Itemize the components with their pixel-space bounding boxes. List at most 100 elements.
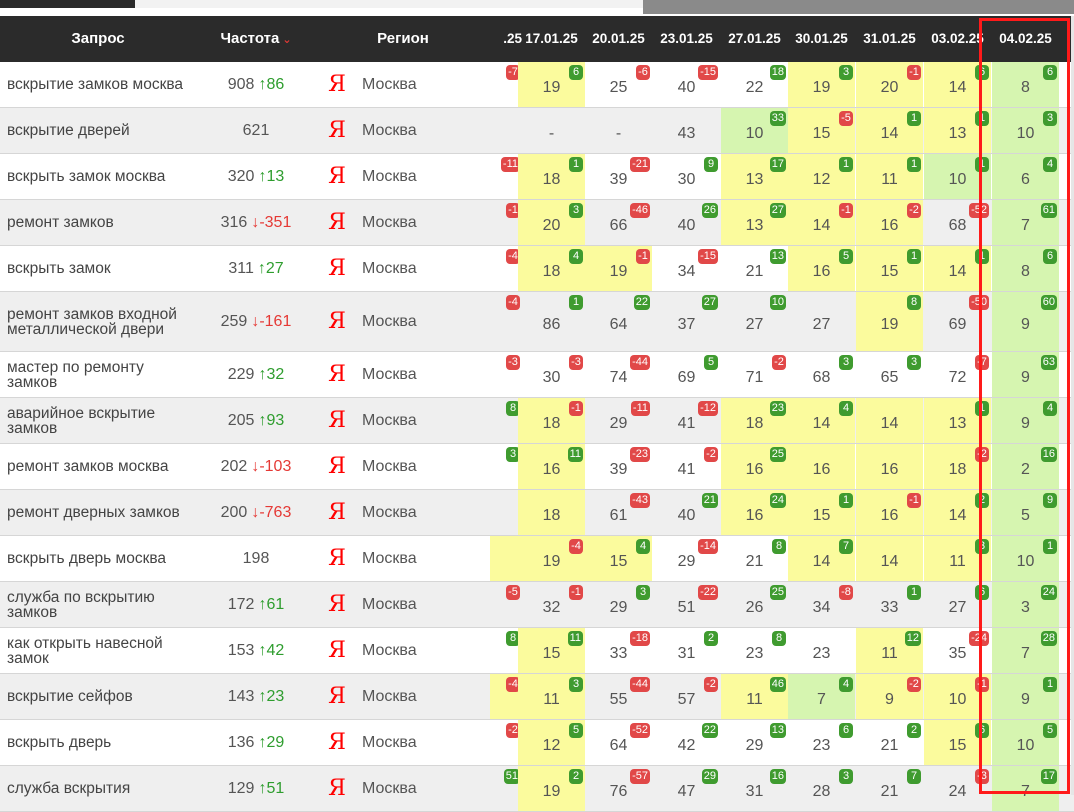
position-cell[interactable]: 65 3	[856, 352, 923, 397]
position-cell[interactable]: 72 -7	[924, 352, 991, 397]
position-cell[interactable]: 74 -44	[585, 352, 652, 397]
position-cell[interactable]: 29 13	[721, 720, 788, 765]
position-cell[interactable]: 74	[788, 674, 855, 719]
position-cell[interactable]: 37 27	[653, 292, 720, 351]
position-cell[interactable]: 18 23	[721, 398, 788, 443]
position-cell[interactable]: 16	[788, 444, 855, 489]
position-cell[interactable]: 21 7	[856, 766, 923, 811]
position-cell[interactable]: 21 13	[721, 246, 788, 291]
position-cell[interactable]: 19 6	[518, 62, 585, 107]
position-cell[interactable]: 41 -2	[653, 444, 720, 489]
position-cell[interactable]: 14 -1	[788, 200, 855, 245]
position-cell[interactable]: 41 -12	[653, 398, 720, 443]
position-cell[interactable]: 23	[788, 628, 855, 673]
position-cell[interactable]: 34 -15	[653, 246, 720, 291]
position-cell[interactable]: -	[585, 108, 652, 153]
chevron-down-icon[interactable]: ⌄	[282, 34, 291, 46]
table-row[interactable]: как открыть навесной замок 153 ↑42 Я Москва 8…	[0, 628, 1074, 674]
position-cell[interactable]: 15 -5	[788, 108, 855, 153]
date-column-header[interactable]: 23.01.25	[653, 16, 720, 62]
position-cell[interactable]: 14	[856, 398, 923, 443]
position-cell[interactable]: 14 6	[924, 62, 991, 107]
table-row[interactable]: вскрытие сейфов 143 ↑23 Я Москва -4 11 3 55 -44 57…	[0, 674, 1074, 720]
position-cell[interactable]: 10 1	[924, 154, 991, 199]
position-cell[interactable]: 7 17	[992, 766, 1059, 811]
position-cell[interactable]: 91	[992, 674, 1059, 719]
table-row[interactable]: вскрыть дверь 136 ↑29 Я Москва -2 12 5 64 -52 42 22…	[0, 720, 1074, 766]
position-cell[interactable]: 11 1	[856, 154, 923, 199]
position-cell[interactable]: 19 8	[856, 292, 923, 351]
position-cell[interactable]: 29 -11	[585, 398, 652, 443]
position-cell[interactable]: 43	[653, 108, 720, 153]
position-cell[interactable]: 21 2	[856, 720, 923, 765]
position-cell[interactable]: 18 -1	[518, 398, 585, 443]
position-cell[interactable]: 40 21	[653, 490, 720, 535]
column-header-query[interactable]: Запрос	[0, 16, 196, 62]
position-cell[interactable]: 57 -2	[653, 674, 720, 719]
position-cell[interactable]: 23 8	[721, 628, 788, 673]
position-cell[interactable]: 20 -1	[856, 62, 923, 107]
table-row[interactable]: служба по вскрытию замков 172 ↑61 Я Москва -5…	[0, 582, 1074, 628]
position-cell[interactable]: 51 -22	[653, 582, 720, 627]
column-header-frequency[interactable]: Частота ⌄	[196, 16, 316, 62]
position-cell[interactable]: 30 -3	[518, 352, 585, 397]
position-cell[interactable]: 15 4	[585, 536, 652, 581]
position-cell[interactable]: 69 5	[653, 352, 720, 397]
position-cell[interactable]: 33 1	[856, 582, 923, 627]
position-cell[interactable]: 30 9	[653, 154, 720, 199]
position-cell[interactable]: 11 3	[924, 536, 991, 581]
position-cell[interactable]: 19 2	[518, 766, 585, 811]
position-cell[interactable]: 19 -4	[518, 536, 585, 581]
position-cell[interactable]: 23 6	[788, 720, 855, 765]
position-cell[interactable]: 10 3	[992, 108, 1059, 153]
position-cell[interactable]: -	[518, 108, 585, 153]
position-cell[interactable]: 55 -44	[585, 674, 652, 719]
position-cell[interactable]: 9 60	[992, 292, 1059, 351]
position-cell[interactable]: 39 -21	[585, 154, 652, 199]
position-cell[interactable]: 12 1	[788, 154, 855, 199]
table-row[interactable]: вскрыть замок москва 320 ↑13 Я Москва -11 18 1 3…	[0, 154, 1074, 200]
position-cell[interactable]: 68 3	[788, 352, 855, 397]
table-row[interactable]: ремонт замков 316 ↓-351 Я Москва -1 20 3 66 -46 40…	[0, 200, 1074, 246]
position-cell[interactable]: 94	[992, 398, 1059, 443]
position-cell[interactable]: 9 63	[992, 352, 1059, 397]
position-cell[interactable]: 10 33	[721, 108, 788, 153]
position-cell[interactable]: 66 -46	[585, 200, 652, 245]
position-cell[interactable]: 16 -1	[856, 490, 923, 535]
position-cell[interactable]: 18 1	[518, 154, 585, 199]
date-column-header[interactable]: 30.01.25	[788, 16, 855, 62]
position-cell[interactable]: 10 -1	[924, 674, 991, 719]
position-cell[interactable]: 14 4	[788, 398, 855, 443]
table-row[interactable]: аварийное вскрытие замков 205 ↑93 Я Москва 8 1…	[0, 398, 1074, 444]
position-cell[interactable]: 13 17	[721, 154, 788, 199]
position-cell[interactable]: 47 29	[653, 766, 720, 811]
date-column-header[interactable]: 31.01.25	[856, 16, 923, 62]
table-row[interactable]: вскрыть замок 311 ↑27 Я Москва -4 18 4 19 -1 34 -15…	[0, 246, 1074, 292]
position-cell[interactable]: 2 16	[992, 444, 1059, 489]
position-cell[interactable]: 13 27	[721, 200, 788, 245]
position-cell[interactable]: 19 3	[788, 62, 855, 107]
position-cell[interactable]: 11 3	[518, 674, 585, 719]
position-cell[interactable]: 11 12	[856, 628, 923, 673]
position-cell[interactable]: 61 -43	[585, 490, 652, 535]
position-cell[interactable]: 27 10	[721, 292, 788, 351]
position-cell[interactable]: 32 -1	[518, 582, 585, 627]
position-cell[interactable]: 15 1	[856, 246, 923, 291]
table-row[interactable]: служба вскрытия 129 ↑51 Я Москва 51 19 2 76 -57 47…	[0, 766, 1074, 812]
position-cell[interactable]: 18 -2	[924, 444, 991, 489]
position-cell[interactable]: 19 -1	[585, 246, 652, 291]
position-cell[interactable]: 15 6	[924, 720, 991, 765]
toolbar-scrollbar[interactable]	[643, 0, 1074, 14]
position-cell[interactable]: 35 -24	[924, 628, 991, 673]
position-cell[interactable]: 64 22	[585, 292, 652, 351]
position-cell[interactable]: 26 25	[721, 582, 788, 627]
position-cell[interactable]: 64 -52	[585, 720, 652, 765]
position-cell[interactable]: 7 61	[992, 200, 1059, 245]
position-cell[interactable]: 10 5	[992, 720, 1059, 765]
position-cell[interactable]: 9 -2	[856, 674, 923, 719]
position-cell[interactable]: 42 22	[653, 720, 720, 765]
position-cell[interactable]: 31 2	[653, 628, 720, 673]
position-cell[interactable]: 34 -8	[788, 582, 855, 627]
position-cell[interactable]: 16 25	[721, 444, 788, 489]
position-cell[interactable]: 12 5	[518, 720, 585, 765]
